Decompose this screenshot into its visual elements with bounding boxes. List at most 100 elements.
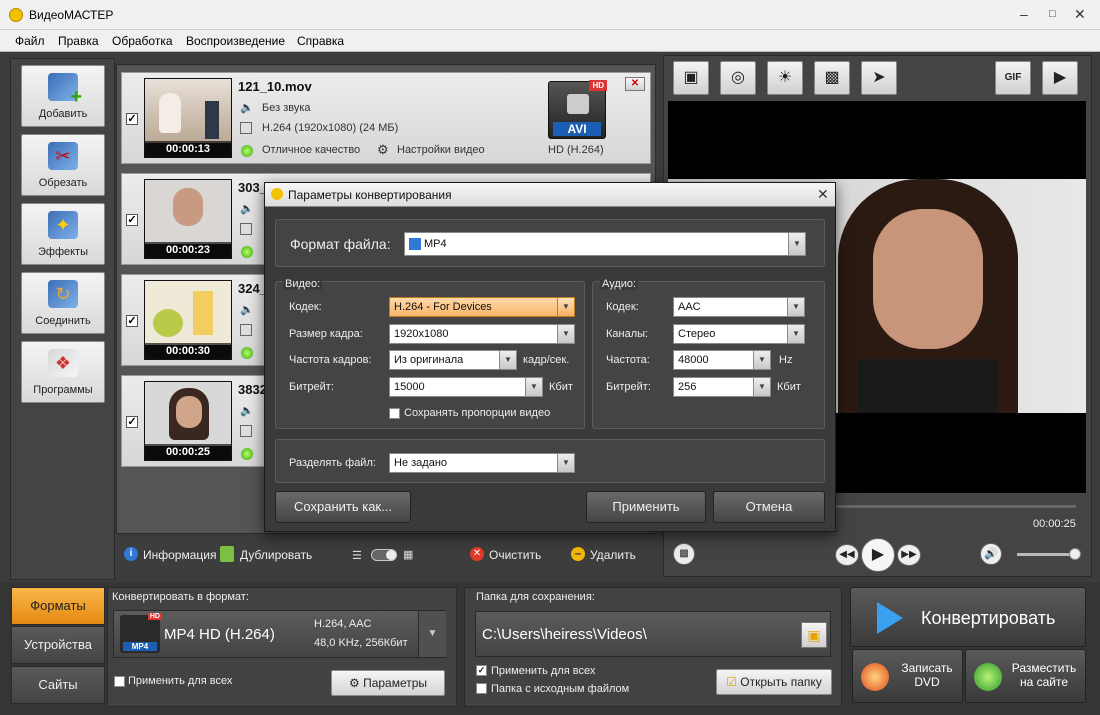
cancel-button[interactable]: Отмена [713, 491, 825, 523]
item-checkbox[interactable]: ✓ [126, 416, 138, 428]
list-item[interactable]: ✓ 00:00:13 121_10.mov 🔈 Без звука H.264 … [121, 72, 651, 164]
gear-icon: ⚙ [348, 676, 360, 690]
chevron-down-icon[interactable]: ▼ [557, 325, 574, 343]
video-codec-select[interactable]: H.264 - For Devices ▼ [389, 297, 575, 317]
next-icon[interactable]: ▶▶ [897, 544, 921, 566]
apply-all-checkbox[interactable] [114, 676, 125, 687]
source-folder-checkbox[interactable] [476, 683, 487, 694]
speaker-icon: 🔈 [240, 405, 254, 417]
gif-icon[interactable]: GIF [995, 61, 1031, 95]
preview-time: 00:00:25 [1033, 518, 1076, 530]
chevron-down-icon[interactable]: ▼ [418, 611, 446, 657]
tab-formats[interactable]: Форматы [11, 587, 105, 625]
save-as-button[interactable]: Сохранить как... [275, 491, 411, 523]
channels-value: Стерео [678, 328, 716, 340]
chevron-down-icon[interactable]: ▼ [557, 454, 574, 472]
item-checkbox[interactable]: ✓ [126, 214, 138, 226]
keep-aspect-checkbox[interactable] [389, 408, 400, 419]
clear-button[interactable]: Очистить [489, 548, 541, 562]
format-selector[interactable]: HD MP4 MP4 HD (H.264) H.264, AAC 48,0 KH… [113, 610, 446, 658]
volume-knob[interactable] [1069, 548, 1081, 560]
gear-icon[interactable]: ⚙ [377, 142, 389, 158]
chevron-down-icon[interactable]: ▼ [787, 325, 804, 343]
maximize-icon[interactable]: □ [1049, 8, 1056, 20]
snapshot-icon[interactable]: ▩ [673, 543, 695, 565]
frame-size-select[interactable]: 1920x1080 ▼ [389, 324, 575, 344]
audio-bitrate-select[interactable]: 256 ▼ [673, 377, 771, 397]
crop-icon[interactable]: ▣ [673, 61, 709, 95]
menu-processing[interactable]: Обработка [112, 34, 173, 48]
effects-button[interactable]: ✦ Эффекты [21, 203, 105, 265]
play-icon[interactable]: ▶ [861, 538, 895, 572]
video-thumbnail: 00:00:30 [144, 280, 232, 360]
item-checkbox[interactable]: ✓ [126, 315, 138, 327]
video-section-title: Видео: [283, 278, 323, 290]
prev-icon[interactable]: ◀◀ [835, 544, 859, 566]
menu-file[interactable]: Файл [15, 34, 45, 48]
video-bitrate-select[interactable]: 15000 ▼ [389, 377, 543, 397]
fps-value: Из оригинала [394, 354, 464, 366]
apply-button[interactable]: Применить [586, 491, 706, 523]
burn-dvd-button[interactable]: Записать DVD [852, 649, 963, 703]
apply-all-folder-checkbox[interactable]: ✓ [476, 665, 487, 676]
parameters-label: Параметры [363, 676, 428, 690]
brightness-icon[interactable]: ☀ [767, 61, 803, 95]
list-view-icon[interactable]: ☰ [352, 549, 362, 562]
chevron-down-icon[interactable]: ▼ [788, 233, 805, 255]
parameters-button[interactable]: ⚙ Параметры [331, 670, 445, 696]
info-icon[interactable]: i [124, 547, 138, 561]
chevron-down-icon[interactable]: ▼ [499, 351, 516, 369]
open-folder-button[interactable]: ☑ Открыть папку [716, 669, 832, 695]
add-button[interactable]: + Добавить [21, 65, 105, 127]
remove-item-icon[interactable]: ✕ [625, 77, 645, 91]
delete-icon[interactable]: – [571, 547, 585, 561]
programs-button[interactable]: ❖ Программы [21, 341, 105, 403]
tab-devices[interactable]: Устройства [11, 626, 105, 664]
fullscreen-icon[interactable]: ▶ [1042, 61, 1078, 95]
volume-slider[interactable] [1017, 553, 1077, 556]
convert-button[interactable]: Конвертировать [850, 587, 1086, 647]
menu-edit[interactable]: Правка [58, 34, 99, 48]
close-icon[interactable]: ✕ [1074, 6, 1086, 23]
video-codec-label: Кодек: [289, 301, 322, 313]
grid-view-icon[interactable]: ▦ [403, 548, 413, 561]
split-select[interactable]: Не задано ▼ [389, 453, 575, 473]
view-toggle[interactable] [371, 549, 397, 561]
item-checkbox[interactable]: ✓ [126, 113, 138, 125]
audio-codec-select[interactable]: AAC ▼ [673, 297, 805, 317]
dialog-close-icon[interactable]: ✕ [817, 186, 829, 203]
video-settings-link[interactable]: Настройки видео [397, 144, 485, 156]
frequency-select[interactable]: 48000 ▼ [673, 350, 771, 370]
file-format-select[interactable]: MP4 ▼ [404, 232, 806, 256]
chevron-down-icon[interactable]: ▼ [787, 298, 804, 316]
join-button[interactable]: ↻ Соединить [21, 272, 105, 334]
save-path-field[interactable]: C:\Users\heiress\Videos\ ▣ [475, 611, 831, 657]
menu-playback[interactable]: Воспроизведение [186, 34, 285, 48]
frequency-unit: Hz [779, 354, 793, 366]
rotate-icon[interactable]: ◎ [720, 61, 756, 95]
quality-icon [241, 145, 253, 157]
chevron-down-icon[interactable]: ▼ [753, 378, 770, 396]
chevron-down-icon[interactable]: ▼ [753, 351, 770, 369]
tab-sites[interactable]: Сайты [11, 666, 105, 704]
volume-icon[interactable]: 🔊 [980, 543, 1002, 565]
channels-label: Каналы: [606, 328, 649, 340]
duplicate-icon[interactable] [220, 546, 234, 562]
folder-browse-icon[interactable]: ▣ [801, 622, 827, 648]
duplicate-button[interactable]: Дублировать [240, 548, 312, 562]
chevron-down-icon[interactable]: ▼ [557, 298, 574, 316]
frame-export-icon[interactable]: ▩ [814, 61, 850, 95]
publish-site-button[interactable]: Разместить на сайте [965, 649, 1086, 703]
delete-button[interactable]: Удалить [590, 548, 636, 562]
chevron-down-icon[interactable]: ▼ [525, 378, 542, 396]
menu-help[interactable]: Справка [297, 34, 344, 48]
trim-button[interactable]: ✂ Обрезать [21, 134, 105, 196]
fps-select[interactable]: Из оригинала ▼ [389, 350, 517, 370]
format-badge[interactable]: HD AVI [548, 80, 607, 139]
channels-select[interactable]: Стерео ▼ [673, 324, 805, 344]
info-button[interactable]: Информация [143, 548, 216, 562]
effects-wand-icon: ✦ [48, 211, 78, 239]
clear-icon[interactable]: ✕ [470, 547, 484, 561]
speed-runner-icon[interactable]: ➤ [861, 61, 897, 95]
minimize-icon[interactable]: – [1020, 6, 1028, 22]
